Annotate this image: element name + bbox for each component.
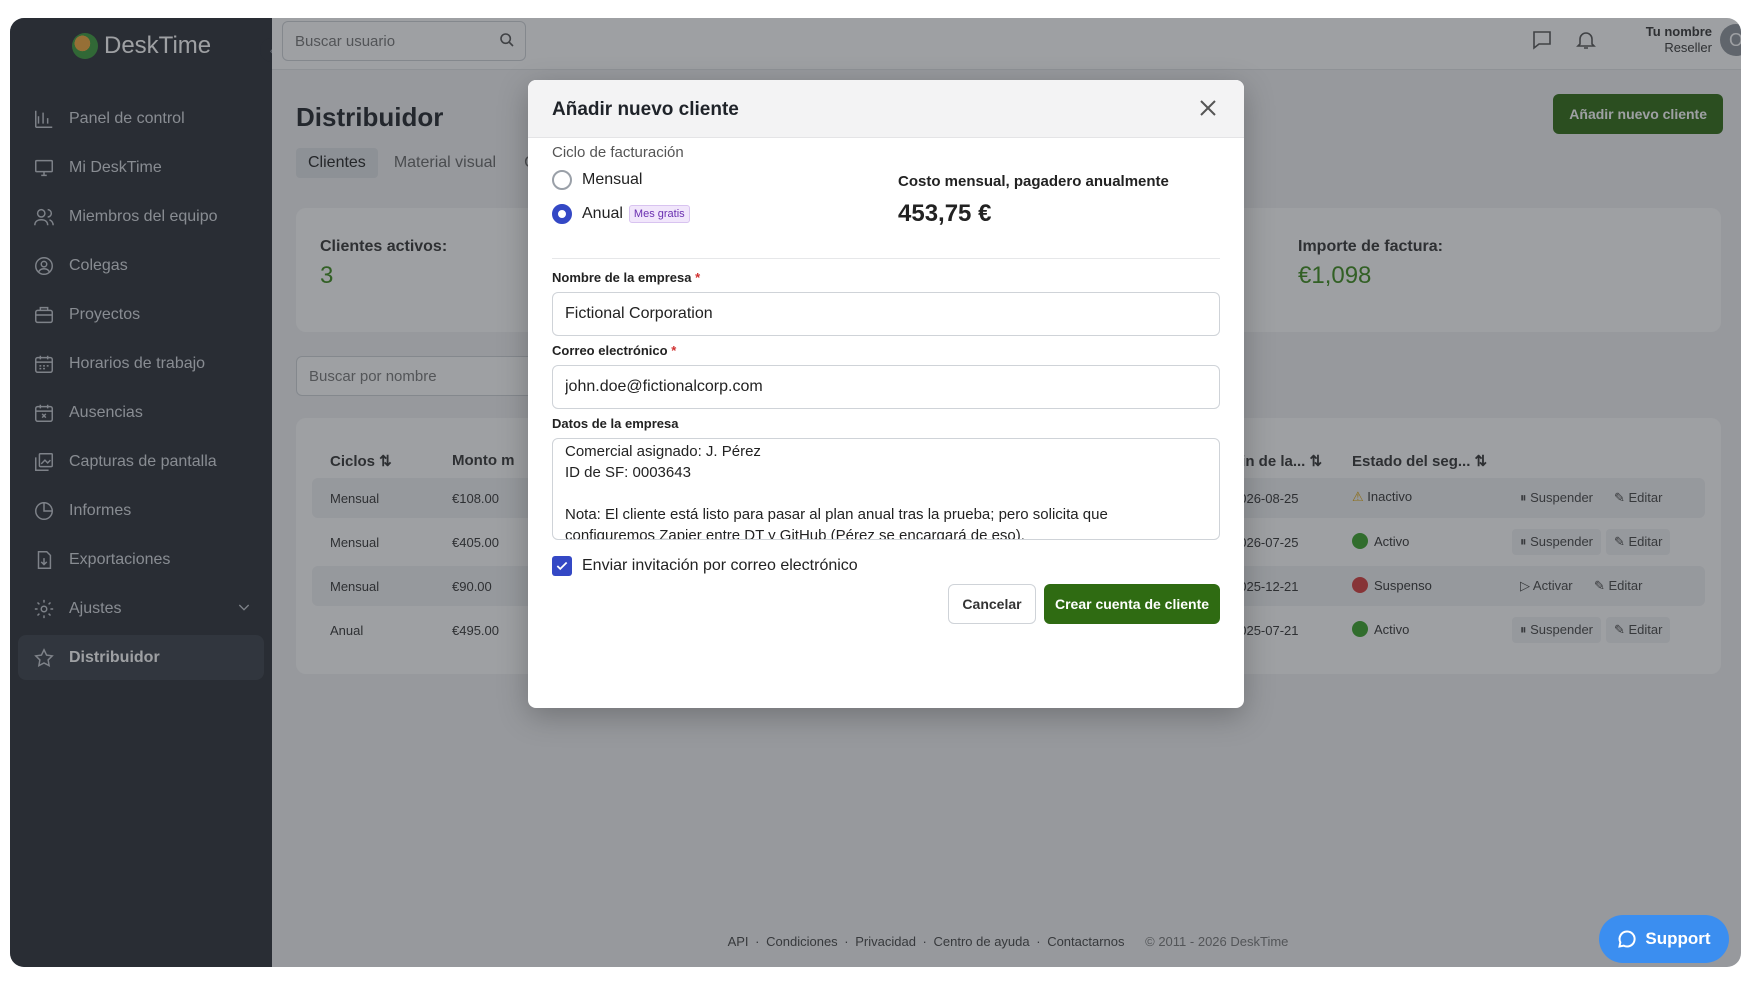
billing-cycle-label: Ciclo de facturación — [552, 144, 684, 161]
cost-value: 453,75 € — [898, 200, 992, 227]
email-label-text: Correo electrónico — [552, 343, 668, 358]
company-details-label: Datos de la empresa — [552, 416, 679, 431]
company-name-label: Nombre de la empresa * — [552, 270, 700, 285]
checkbox-checked-icon[interactable] — [552, 556, 572, 576]
email-field[interactable] — [552, 365, 1220, 409]
company-name-label-text: Nombre de la empresa — [552, 270, 692, 285]
support-button[interactable]: Support — [1599, 915, 1729, 963]
radio-monthly[interactable]: Mensual — [552, 170, 642, 190]
cancel-button[interactable]: Cancelar — [948, 584, 1036, 624]
radio-annual-label: Anual — [582, 205, 623, 222]
free-month-badge: Mes gratis — [628, 205, 690, 223]
radio-monthly-label: Mensual — [582, 171, 643, 188]
company-details-textarea[interactable]: Comercial asignado: J. Pérez ID de SF: 0… — [552, 438, 1220, 540]
company-name-field[interactable] — [552, 292, 1220, 336]
modal-header: Añadir nuevo cliente — [528, 80, 1244, 138]
add-client-modal: Añadir nuevo cliente Ciclo de facturació… — [528, 80, 1244, 708]
app-window: DeskTime ‹ Panel de control Mi DeskTime … — [10, 18, 1741, 967]
required-mark: * — [695, 270, 701, 285]
radio-annual-circle[interactable] — [552, 204, 572, 224]
cost-label: Costo mensual, pagadero anualmente — [898, 173, 1169, 190]
modal-title: Añadir nuevo cliente — [552, 99, 739, 120]
radio-monthly-circle[interactable] — [552, 170, 572, 190]
support-label: Support — [1645, 929, 1711, 948]
create-client-account-button[interactable]: Crear cuenta de cliente — [1044, 584, 1220, 624]
email-label: Correo electrónico * — [552, 343, 676, 358]
send-invite-label: Enviar invitación por correo electrónico — [582, 557, 858, 574]
send-invite-checkbox[interactable]: Enviar invitación por correo electrónico — [552, 556, 858, 576]
required-mark: * — [671, 343, 677, 358]
close-icon[interactable] — [1196, 96, 1220, 120]
radio-annual[interactable]: Anual Mes gratis — [552, 204, 690, 224]
chat-bubble-icon — [1618, 930, 1637, 948]
divider — [552, 258, 1220, 259]
